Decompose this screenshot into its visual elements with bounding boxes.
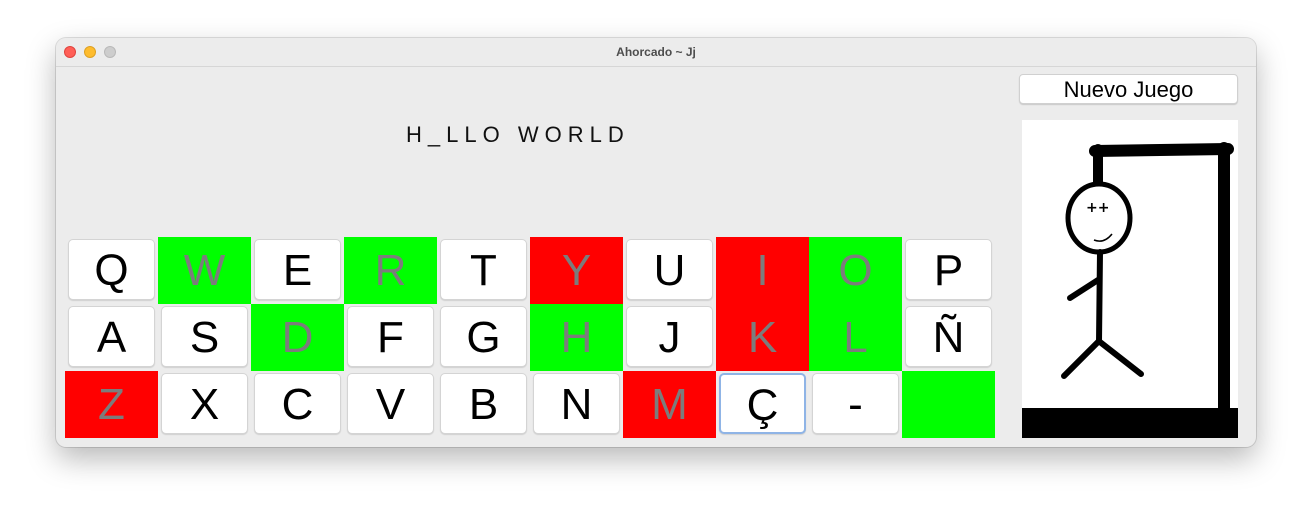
key-label: Z [98,380,125,429]
key-label: S [189,313,220,362]
key-label: V [375,380,406,429]
key-label: P [933,246,964,295]
key-label: T [470,246,497,295]
key-2-9[interactable] [902,371,995,438]
key-0-1[interactable]: W [158,237,251,304]
key-0-7[interactable]: I [716,237,809,304]
key-label: R [374,246,407,295]
key-label: Ñ [932,313,965,362]
key-label: Ç [746,381,779,430]
key-1-5[interactable]: H [530,304,623,371]
key-1-4[interactable]: G [440,306,527,367]
key-2-3[interactable]: V [347,373,434,434]
key-label: H [560,313,593,362]
key-1-9[interactable]: Ñ [905,306,992,367]
key-2-1[interactable]: X [161,373,248,434]
word-display: H_LLO WORLD [406,122,630,147]
key-label: - [848,380,863,429]
key-label: N [560,380,593,429]
key-2-4[interactable]: B [440,373,527,434]
key-1-2[interactable]: D [251,304,344,371]
key-2-8[interactable]: - [812,373,899,434]
key-label: M [651,380,688,429]
key-0-6[interactable]: U [626,239,713,300]
key-label: U [653,246,686,295]
key-label: K [747,313,778,362]
key-label: B [468,380,499,429]
key-0-5[interactable]: Y [530,237,623,304]
new-game-button[interactable]: Nuevo Juego [1019,74,1238,104]
key-0-0[interactable]: Q [68,239,155,300]
hangman-drawing: ++ [1022,120,1238,438]
hangman-figure-icon: ++ [1022,142,1238,438]
key-0-2[interactable]: E [254,239,341,300]
key-1-0[interactable]: A [68,306,155,367]
key-1-6[interactable]: J [626,306,713,367]
title-bar: Ahorcado ~ Jj [56,38,1256,67]
key-0-3[interactable]: R [344,237,437,304]
app-window: Ahorcado ~ Jj H_LLO WORLD Nuevo Juego ++… [56,38,1256,447]
key-0-4[interactable]: T [440,239,527,300]
key-1-8[interactable]: L [809,304,902,371]
key-label: G [466,313,501,362]
key-1-7[interactable]: K [716,304,809,371]
key-label: W [183,246,226,295]
key-label: Q [94,246,129,295]
key-label: D [281,313,314,362]
key-label: Y [561,246,592,295]
key-0-9[interactable]: P [905,239,992,300]
key-label: J [658,313,681,362]
key-2-0[interactable]: Z [65,371,158,438]
key-label: F [377,313,404,362]
window-title: Ahorcado ~ Jj [616,45,696,59]
key-2-5[interactable]: N [533,373,620,434]
key-label: E [282,246,313,295]
key-label: I [756,246,769,295]
key-2-7[interactable]: Ç [719,373,806,434]
key-1-1[interactable]: S [161,306,248,367]
svg-text:++: ++ [1086,200,1109,216]
key-label: O [838,246,873,295]
key-label: C [281,380,314,429]
key-2-2[interactable]: C [254,373,341,434]
key-label: X [189,380,220,429]
key-0-8[interactable]: O [809,237,902,304]
key-1-3[interactable]: F [347,306,434,367]
key-label: L [843,313,868,362]
key-label: A [96,313,127,362]
key-2-6[interactable]: M [623,371,716,438]
